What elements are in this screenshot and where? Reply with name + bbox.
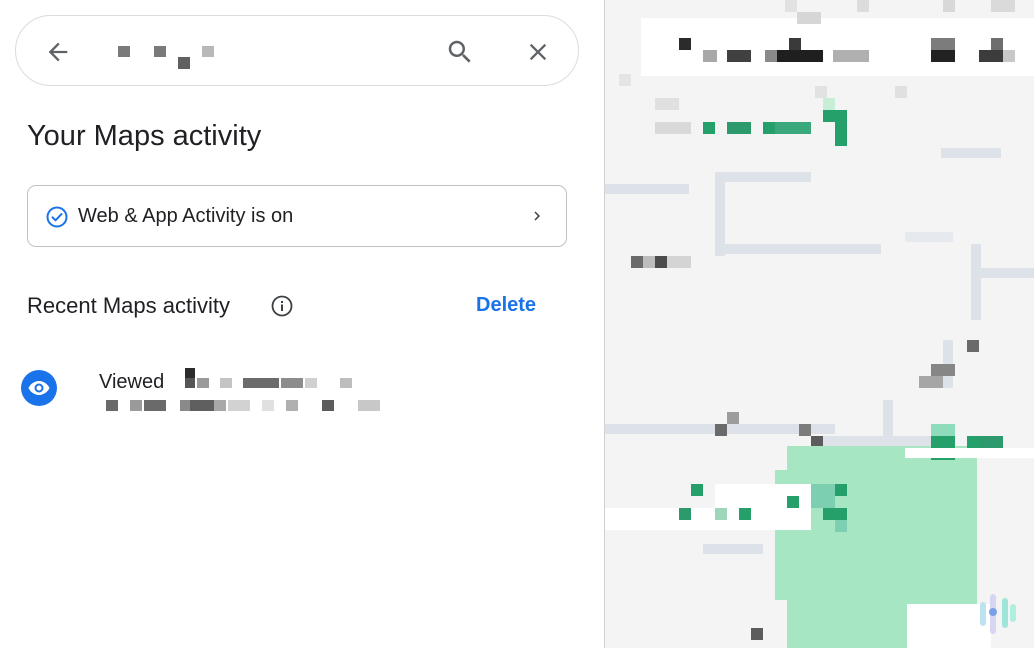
back-button[interactable] — [34, 16, 82, 87]
arrow-left-icon — [48, 42, 68, 61]
recent-activity-heading: Recent Maps activity — [27, 293, 230, 318]
brand-logo-icon — [980, 594, 1016, 634]
redacted-place-address — [100, 398, 390, 414]
search-query-redacted[interactable] — [116, 42, 236, 72]
search-button[interactable] — [436, 16, 484, 87]
delete-activity-link[interactable]: Delete — [476, 294, 536, 317]
clear-search-button[interactable] — [514, 16, 562, 87]
map-view[interactable] — [604, 0, 1034, 648]
activity-status-label: Web & App Activity is on — [78, 205, 294, 227]
web-app-activity-card[interactable]: Web & App Activity is on — [27, 185, 567, 247]
chevron-right-icon — [534, 211, 540, 221]
info-icon[interactable] — [270, 294, 294, 318]
list-item[interactable]: Viewed — [0, 360, 604, 420]
eye-icon — [28, 381, 50, 395]
page-title: Your Maps activity — [27, 120, 262, 152]
viewed-label: Viewed — [99, 371, 165, 393]
redacted-place-name — [175, 368, 365, 396]
viewed-badge — [21, 370, 57, 406]
check-circle-icon — [46, 206, 68, 228]
magnifier-icon — [448, 40, 471, 63]
close-icon — [529, 43, 547, 60]
search-bar[interactable] — [15, 15, 579, 86]
activity-panel: Your Maps activity Web & App Activity is… — [0, 0, 604, 648]
